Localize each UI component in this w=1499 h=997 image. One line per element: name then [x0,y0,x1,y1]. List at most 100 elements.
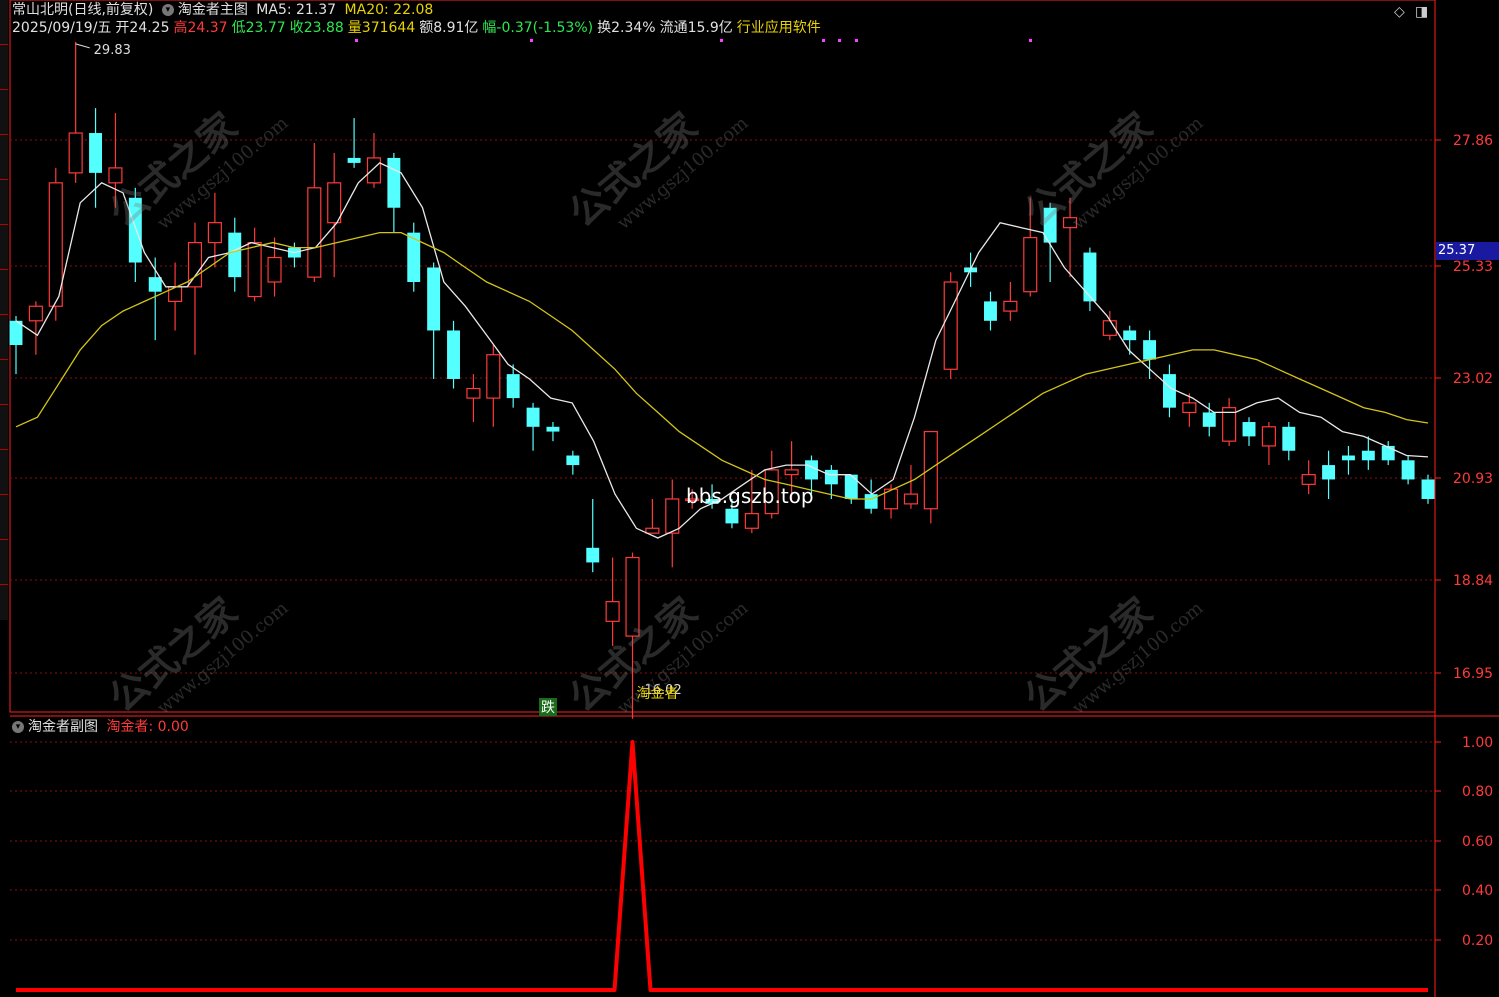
candle-body [1421,479,1435,499]
sub-y-tick-label: 0.20 [1462,933,1493,949]
candle-body [1202,412,1216,427]
signal-text: 跌 [541,700,555,716]
candle-body [526,407,540,427]
candle-body [744,513,759,529]
sidebar-tab[interactable] [0,360,8,405]
marker-dot [855,39,858,42]
candle-body [1062,217,1078,229]
quote-line: 2025/09/19/五 开24.25 高24.37 低23.77 收23.88 量371… [12,19,825,37]
candle-body [844,474,858,499]
sub-y-tick-label: 0.80 [1462,784,1493,800]
y-tick-label: 18.84 [1453,573,1493,589]
candle-body [903,493,918,505]
candle-body [247,241,262,298]
sidebar-tab[interactable] [0,135,8,180]
y-tick-label: 27.86 [1453,133,1493,149]
candle-body [327,182,342,224]
chevron-down-icon[interactable]: ▾ [12,721,24,733]
candle-body [1381,445,1395,461]
candle-body [725,508,739,524]
y-tick-label: 20.93 [1453,471,1493,487]
candle-body [546,426,560,432]
candle-body [28,305,43,322]
candle-body [824,469,838,485]
candle-body [387,157,401,208]
candle-body [1361,450,1375,461]
sidebar-tab[interactable] [0,180,8,225]
candle-body [1242,422,1256,437]
sidebar-tab[interactable] [0,540,8,585]
signal-label: 淘金者 [637,686,679,702]
volume-value: 量371644 [347,20,416,36]
sidebar-tab[interactable] [0,450,8,495]
sidebar-tab[interactable] [0,225,8,270]
y-tick-label: 25.33 [1453,259,1493,275]
close-value: 收23.88 [289,20,344,36]
candle-body [605,601,620,622]
sub-y-tick-label: 0.60 [1462,834,1493,850]
sidebar-tab[interactable] [0,45,8,90]
diamond-icon[interactable]: ◇ [1394,4,1405,20]
candle-body [586,547,600,563]
turnover-value: 换2.34% [597,20,656,36]
chevron-down-icon[interactable]: ▾ [161,4,174,16]
candle-body [923,430,938,510]
stock-name[interactable]: 常山北明(日线,前复权) [12,2,153,18]
open-value: 开24.25 [115,20,170,36]
ma20-value: MA20: 22.08 [344,2,434,18]
candle-body [486,354,501,399]
high-value: 高24.37 [173,20,228,36]
candle-body [1023,237,1038,293]
float-cap-value: 流通15.9亿 [659,20,733,36]
candle-body [625,556,640,637]
sidebar-tab[interactable] [0,90,8,135]
marker-dot [838,39,841,42]
candle-body [1282,426,1296,451]
sidebar-tab[interactable] [0,315,8,360]
main-header: 常山北明(日线,前复权) ▾ 淘金者主图 MA5: 21.37 MA20: 22.… [12,1,437,19]
candle-body [1341,455,1355,461]
change-value: 幅-0.37(-1.53%) [482,20,594,36]
candle-body [108,167,123,184]
low-value: 低23.77 [231,20,286,36]
sub-y-tick-label: 0.40 [1462,883,1493,899]
window-icon[interactable]: ◨ [1415,4,1428,20]
candle-body [466,387,481,399]
amount-value: 额8.91亿 [419,20,479,36]
sidebar-tab[interactable] [0,405,8,450]
candle-body [645,527,660,534]
candle-body [1182,402,1197,414]
kline-chart[interactable]: 27.8625.3323.0220.9318.8416.9529.8316.02… [0,0,1499,997]
marker-dot [822,39,825,42]
marker-dot [1029,39,1032,42]
left-sidebar[interactable] [0,0,8,620]
candle-body [447,330,460,379]
marker-dot [530,39,533,42]
sub-y-tick-label: 1.00 [1462,735,1493,751]
overlay-text: bbs.gszb.top [686,484,814,508]
candle-body [805,460,818,480]
sub-indicator-line [16,740,1428,992]
candle-body [228,232,242,278]
industry-value[interactable]: 行业应用软件 [737,20,821,36]
candle-body [366,157,382,184]
candle-body [68,132,83,174]
candle-body [1143,340,1157,360]
marker-dot [355,39,358,42]
sidebar-tab[interactable] [0,270,8,315]
candle-body [1123,330,1137,341]
candle-body [784,469,799,476]
candle-body [1003,300,1018,312]
main-indicator-name[interactable]: 淘金者主图 [178,2,248,18]
candle-body [148,277,162,292]
marker-dot [720,39,723,42]
candle-body [427,267,441,331]
candle-body [347,157,361,163]
sidebar-tab[interactable] [0,495,8,540]
candle-body [1083,252,1097,302]
sidebar-tab[interactable] [0,0,8,45]
sub-indicator-name[interactable]: 淘金者副图 [28,719,98,735]
candle-body [89,133,103,173]
date-value: 2025/09/19/五 [12,20,112,36]
candle-body [984,301,997,321]
